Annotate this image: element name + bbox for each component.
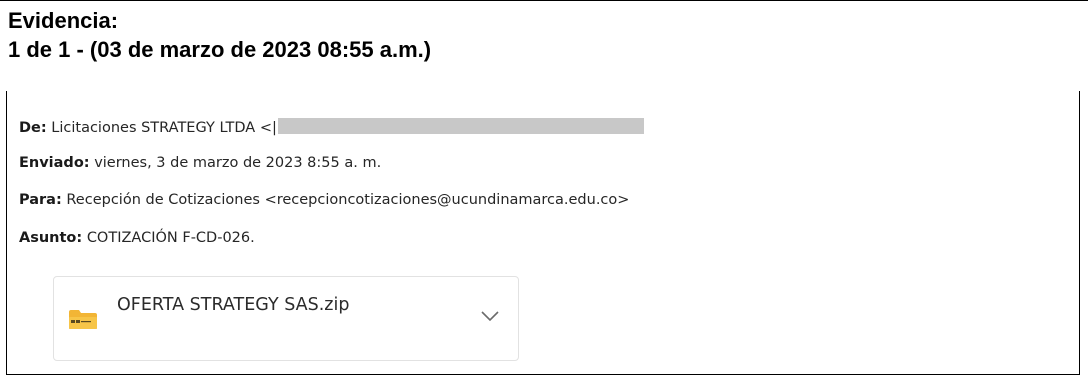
from-value: Licitaciones STRATEGY LTDA <|	[51, 120, 277, 136]
top-rule	[0, 0, 1088, 1]
zip-folder-icon	[69, 310, 97, 329]
evidence-subtitle: 1 de 1 - (03 de marzo de 2023 08:55 a.m.…	[8, 37, 432, 62]
email-sent-row: Enviado: viernes, 3 de marzo de 2023 8:5…	[19, 155, 381, 171]
sent-label: Enviado:	[19, 155, 90, 171]
email-subject-row: Asunto: COTIZACIÓN F-CD-026.	[19, 230, 255, 246]
subject-label: Asunto:	[19, 230, 83, 246]
to-label: Para:	[19, 192, 62, 208]
chevron-down-icon[interactable]	[480, 309, 500, 323]
attachment-filename[interactable]: OFERTA STRATEGY SAS.zip	[117, 295, 349, 315]
subject-value: COTIZACIÓN F-CD-026.	[86, 230, 255, 246]
redaction-bar	[277, 118, 644, 134]
email-from-row: De: Licitaciones STRATEGY LTDA <|	[19, 118, 644, 136]
evidence-title: Evidencia:	[8, 8, 119, 33]
sent-value: viernes, 3 de marzo de 2023 8:55 a. m.	[94, 155, 382, 171]
attachment-card[interactable]: OFERTA STRATEGY SAS.zip	[53, 276, 519, 361]
email-to-row: Para: Recepción de Cotizaciones <recepci…	[19, 192, 629, 208]
evidence-heading: Evidencia: 1 de 1 - (03 de marzo de 2023…	[8, 6, 431, 64]
to-value: Recepción de Cotizaciones <recepcioncoti…	[66, 192, 630, 208]
from-label: De:	[19, 120, 47, 136]
